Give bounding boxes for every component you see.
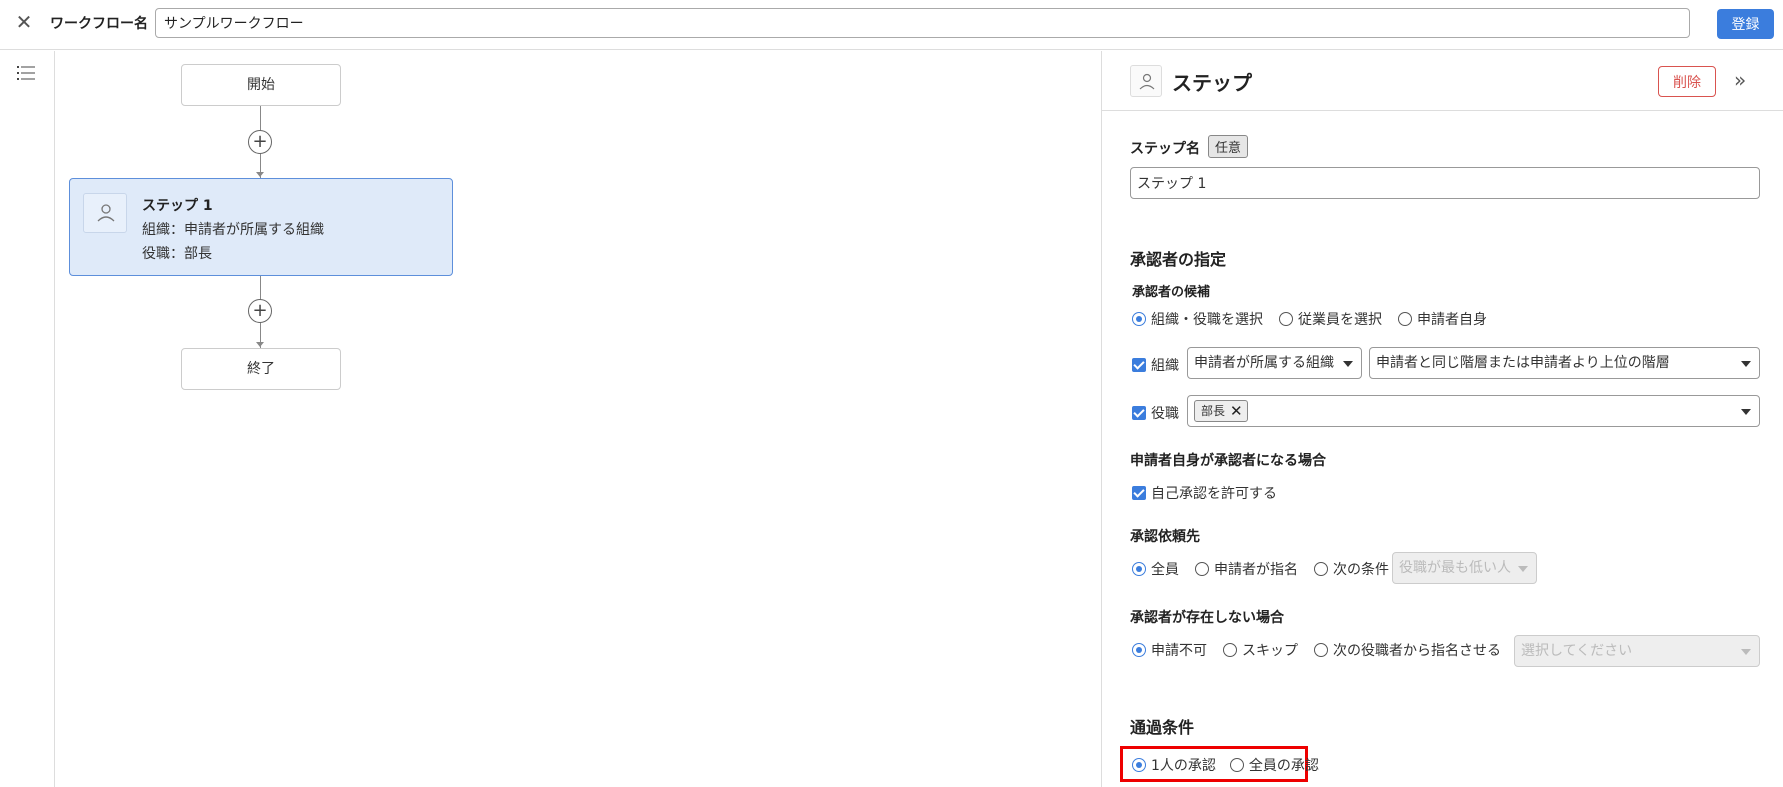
- pass-condition-radio-group: 1人の承認 全員の承認: [1132, 755, 1335, 775]
- request-to-all[interactable]: 全員: [1132, 559, 1179, 579]
- candidates-radio-group: 組織・役職を選択 従業員を選択 申請者自身: [1132, 309, 1503, 329]
- request-to-nominated[interactable]: 申請者が指名: [1195, 559, 1298, 579]
- remove-chip-icon[interactable]: ✕: [1230, 401, 1243, 421]
- left-toolbar: [0, 51, 55, 787]
- end-node[interactable]: 終了: [181, 348, 341, 390]
- candidate-option-applicant[interactable]: 申請者自身: [1398, 309, 1487, 329]
- org-select[interactable]: 申請者が所属する組織: [1187, 347, 1362, 379]
- step-title: ステップ 1: [142, 198, 213, 214]
- no-approver-skip[interactable]: スキップ: [1223, 640, 1298, 660]
- nominator-select[interactable]: 選択してください: [1514, 635, 1760, 667]
- request-condition-select[interactable]: 役職が最も低い人: [1392, 552, 1537, 584]
- checkbox-checked[interactable]: [1132, 358, 1146, 372]
- arrow-icon: [256, 172, 264, 177]
- step-role: 役職：部長: [142, 246, 212, 262]
- pass-all-approval[interactable]: 全員の承認: [1229, 755, 1319, 775]
- workflow-name-input[interactable]: [155, 8, 1690, 38]
- pass-one-approval[interactable]: 1人の承認: [1132, 755, 1216, 775]
- candidate-option-org-role[interactable]: 組織・役職を選択: [1132, 309, 1263, 329]
- approver-section-title: 承認者の指定: [1130, 250, 1227, 269]
- step-name-label: ステップ名: [1130, 141, 1200, 157]
- pass-condition-title: 通過条件: [1130, 718, 1195, 737]
- workflow-name-label: ワークフロー名: [50, 16, 148, 32]
- no-approver-label: 承認者が存在しない場合: [1130, 610, 1284, 626]
- no-approver-radio-group: 申請不可 スキップ 次の役職者から指名させる: [1132, 640, 1517, 660]
- close-icon[interactable]: ✕: [12, 10, 36, 34]
- person-icon: [83, 193, 127, 233]
- delete-button[interactable]: 削除: [1658, 66, 1716, 97]
- checkbox-checked[interactable]: [1132, 486, 1146, 500]
- role-chip: 部長 ✕: [1194, 400, 1248, 422]
- step-settings-panel: ステップ 削除 » ステップ名 任意 承認者の指定 承認者の候補 組織・役職を選…: [1101, 51, 1783, 787]
- list-icon[interactable]: [17, 65, 35, 81]
- self-approval-checkbox[interactable]: 自己承認を許可する: [1132, 483, 1277, 503]
- candidate-option-employee[interactable]: 従業員を選択: [1279, 309, 1382, 329]
- panel-header: ステップ 削除 »: [1102, 51, 1783, 111]
- top-bar: ✕ ワークフロー名 登録: [0, 0, 1783, 50]
- add-step-icon[interactable]: +: [248, 299, 272, 323]
- checkbox-checked[interactable]: [1132, 406, 1146, 420]
- caret-down-icon: [1741, 361, 1751, 367]
- no-approver-nominate[interactable]: 次の役職者から指名させる: [1314, 640, 1501, 660]
- step-node[interactable]: ステップ 1 組織：申請者が所属する組織 役職：部長: [69, 178, 453, 276]
- step-name-input[interactable]: [1130, 167, 1760, 199]
- register-button[interactable]: 登録: [1717, 9, 1774, 39]
- role-multiselect[interactable]: 部長 ✕: [1187, 395, 1760, 427]
- panel-title: ステップ: [1172, 71, 1252, 95]
- self-approval-section-label: 申請者自身が承認者になる場合: [1130, 453, 1326, 469]
- org-level-select[interactable]: 申請者と同じ階層または申請者より上位の階層: [1369, 347, 1760, 379]
- candidates-label: 承認者の候補: [1132, 285, 1211, 300]
- request-to-condition[interactable]: 次の条件: [1314, 559, 1389, 579]
- optional-tag: 任意: [1208, 135, 1249, 158]
- collapse-panel-icon[interactable]: »: [1734, 68, 1746, 92]
- start-node[interactable]: 開始: [181, 64, 341, 106]
- caret-down-icon: [1518, 566, 1528, 572]
- caret-down-icon: [1343, 361, 1353, 367]
- org-checkbox[interactable]: 組織: [1132, 355, 1179, 375]
- person-icon: [1130, 65, 1162, 97]
- arrow-icon: [256, 342, 264, 347]
- caret-down-icon: [1741, 409, 1751, 415]
- step-org: 組織：申請者が所属する組織: [142, 222, 324, 238]
- add-step-icon[interactable]: +: [248, 130, 272, 154]
- request-to-radio-group: 全員 申請者が指名 次の条件: [1132, 559, 1405, 579]
- caret-down-icon: [1741, 649, 1751, 655]
- no-approver-disallow[interactable]: 申請不可: [1132, 640, 1207, 660]
- request-to-label: 承認依頼先: [1130, 529, 1200, 545]
- workflow-canvas: 開始 + ステップ 1 組織：申請者が所属する組織 役職：部長 + 終了: [55, 51, 1101, 787]
- role-checkbox[interactable]: 役職: [1132, 403, 1179, 423]
